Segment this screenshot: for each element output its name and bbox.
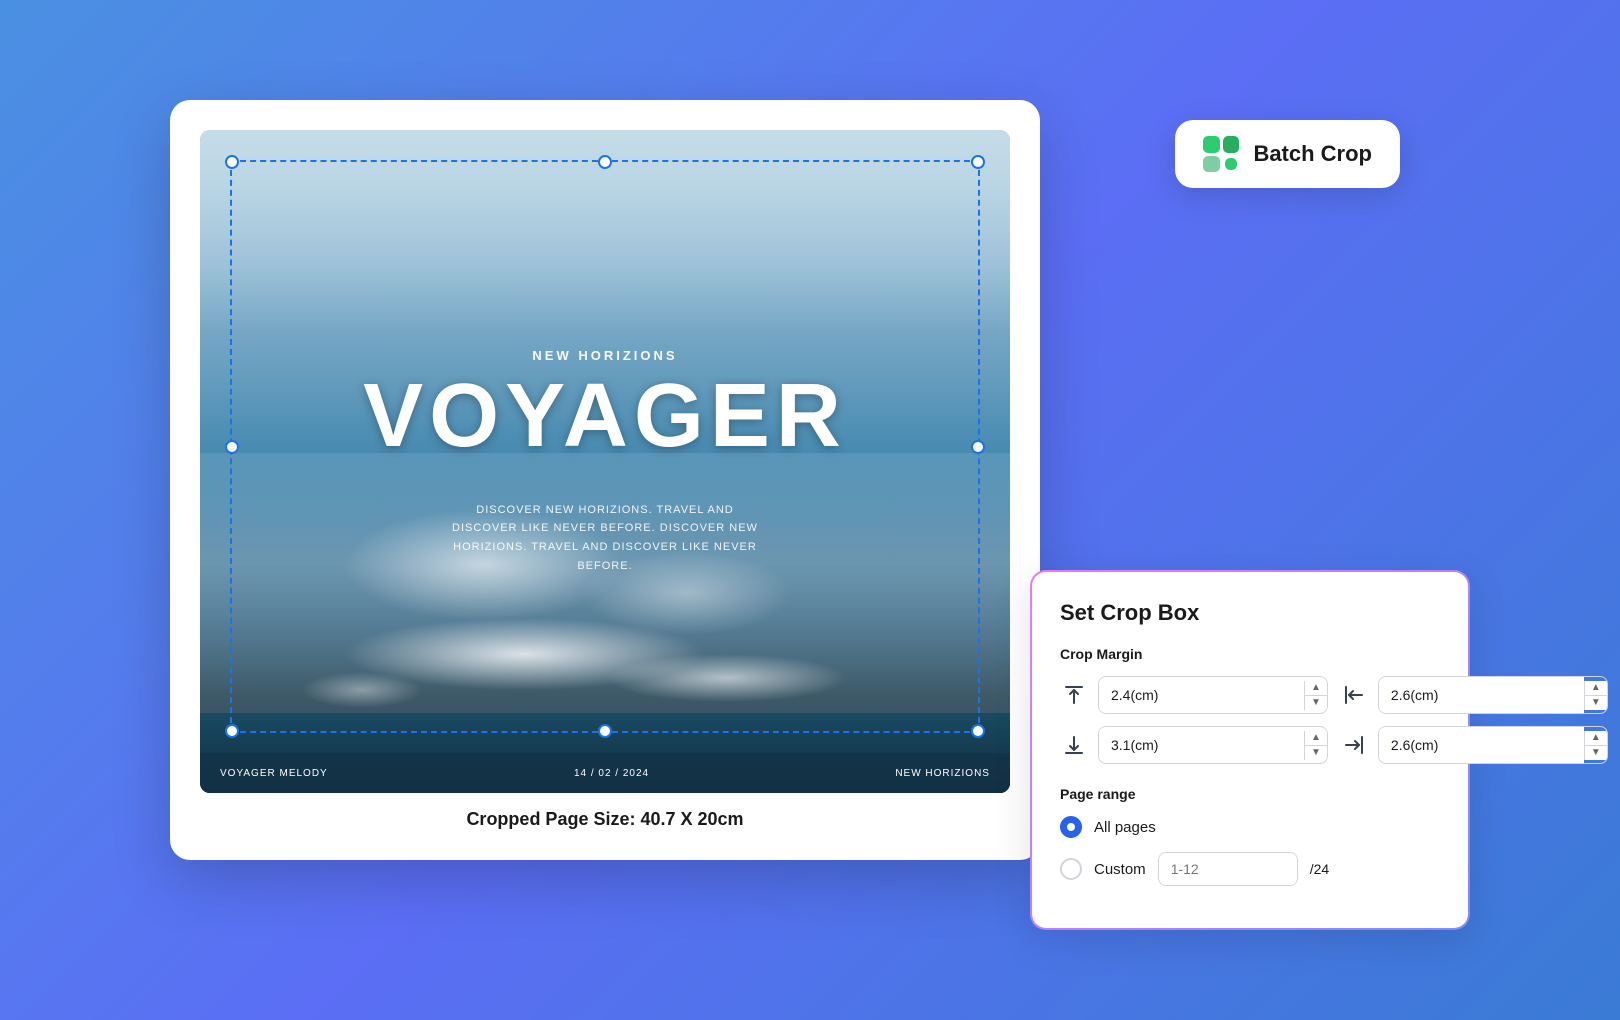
top-margin-icon [1060,681,1088,709]
top-margin-input-wrap: ▲ ▼ [1098,676,1328,714]
bottom-margin-icon [1060,731,1088,759]
left-margin-down[interactable]: ▼ [1585,696,1607,710]
total-pages-label: /24 [1310,861,1329,877]
right-margin-down[interactable]: ▼ [1585,746,1607,760]
bottom-margin-input[interactable] [1099,727,1304,763]
top-margin-input[interactable] [1099,677,1304,713]
page-range-label: Page range [1060,786,1440,802]
right-margin-input[interactable] [1379,727,1584,763]
crop-margin-label: Crop Margin [1060,646,1440,662]
bottom-margin-row: ▲ ▼ [1060,726,1328,764]
footer-left: VOYAGER MELODY [220,768,328,779]
pdf-preview-card: NEW HORIZIONS VOYAGER DISCOVER NEW HORIZ… [170,100,1040,860]
bottom-margin-up[interactable]: ▲ [1305,731,1327,746]
right-margin-icon [1340,731,1368,759]
bottom-margin-input-wrap: ▲ ▼ [1098,726,1328,764]
pdf-description: DISCOVER NEW HORIZIONS. TRAVEL AND DISCO… [445,501,765,576]
pdf-subtitle: NEW HORIZIONS [532,348,677,363]
footer-center: 14 / 02 / 2024 [574,768,649,779]
custom-range-input[interactable] [1159,853,1298,885]
pdf-footer: VOYAGER MELODY 14 / 02 / 2024 NEW HORIZI… [200,753,1010,793]
footer-right: NEW HORIZIONS [895,768,990,779]
batch-crop-icon [1203,136,1239,172]
left-margin-input[interactable] [1379,677,1584,713]
cropped-size-label: Cropped Page Size: 40.7 X 20cm [466,809,743,830]
custom-label: Custom [1094,861,1146,878]
crop-panel: Set Crop Box Crop Margin ▲ ▼ [1030,570,1470,930]
margin-grid: ▲ ▼ ▲ ▼ [1060,676,1440,764]
all-pages-radio-inner [1067,823,1075,831]
batch-crop-label: Batch Crop [1253,141,1372,167]
pdf-page: NEW HORIZIONS VOYAGER DISCOVER NEW HORIZ… [200,130,1010,793]
panel-title: Set Crop Box [1060,600,1440,626]
custom-range-option[interactable]: Custom ▾ /24 [1060,852,1440,886]
all-pages-label: All pages [1094,819,1156,836]
bottom-margin-spinners: ▲ ▼ [1304,731,1327,760]
right-margin-row: ▲ ▼ [1340,726,1608,764]
bottom-margin-down[interactable]: ▼ [1305,746,1327,760]
right-margin-spinners: ▲ ▼ [1584,731,1607,760]
left-margin-up[interactable]: ▲ [1585,681,1607,696]
pdf-main-title: VOYAGER [363,371,847,461]
top-margin-up[interactable]: ▲ [1305,681,1327,696]
custom-radio[interactable] [1060,858,1082,880]
top-margin-down[interactable]: ▼ [1305,696,1327,710]
page-range-section: Page range All pages Custom ▾ /24 [1060,786,1440,886]
all-pages-option[interactable]: All pages [1060,816,1440,838]
right-margin-up[interactable]: ▲ [1585,731,1607,746]
top-margin-row: ▲ ▼ [1060,676,1328,714]
batch-crop-button[interactable]: Batch Crop [1175,120,1400,188]
pdf-text-overlay: NEW HORIZIONS VOYAGER DISCOVER NEW HORIZ… [200,130,1010,793]
main-container: NEW HORIZIONS VOYAGER DISCOVER NEW HORIZ… [110,70,1510,950]
left-margin-spinners: ▲ ▼ [1584,681,1607,710]
all-pages-radio[interactable] [1060,816,1082,838]
left-margin-icon [1340,681,1368,709]
left-margin-input-wrap: ▲ ▼ [1378,676,1608,714]
right-margin-input-wrap: ▲ ▼ [1378,726,1608,764]
custom-range-input-wrap: ▾ [1158,852,1298,886]
left-margin-row: ▲ ▼ [1340,676,1608,714]
top-margin-spinners: ▲ ▼ [1304,681,1327,710]
